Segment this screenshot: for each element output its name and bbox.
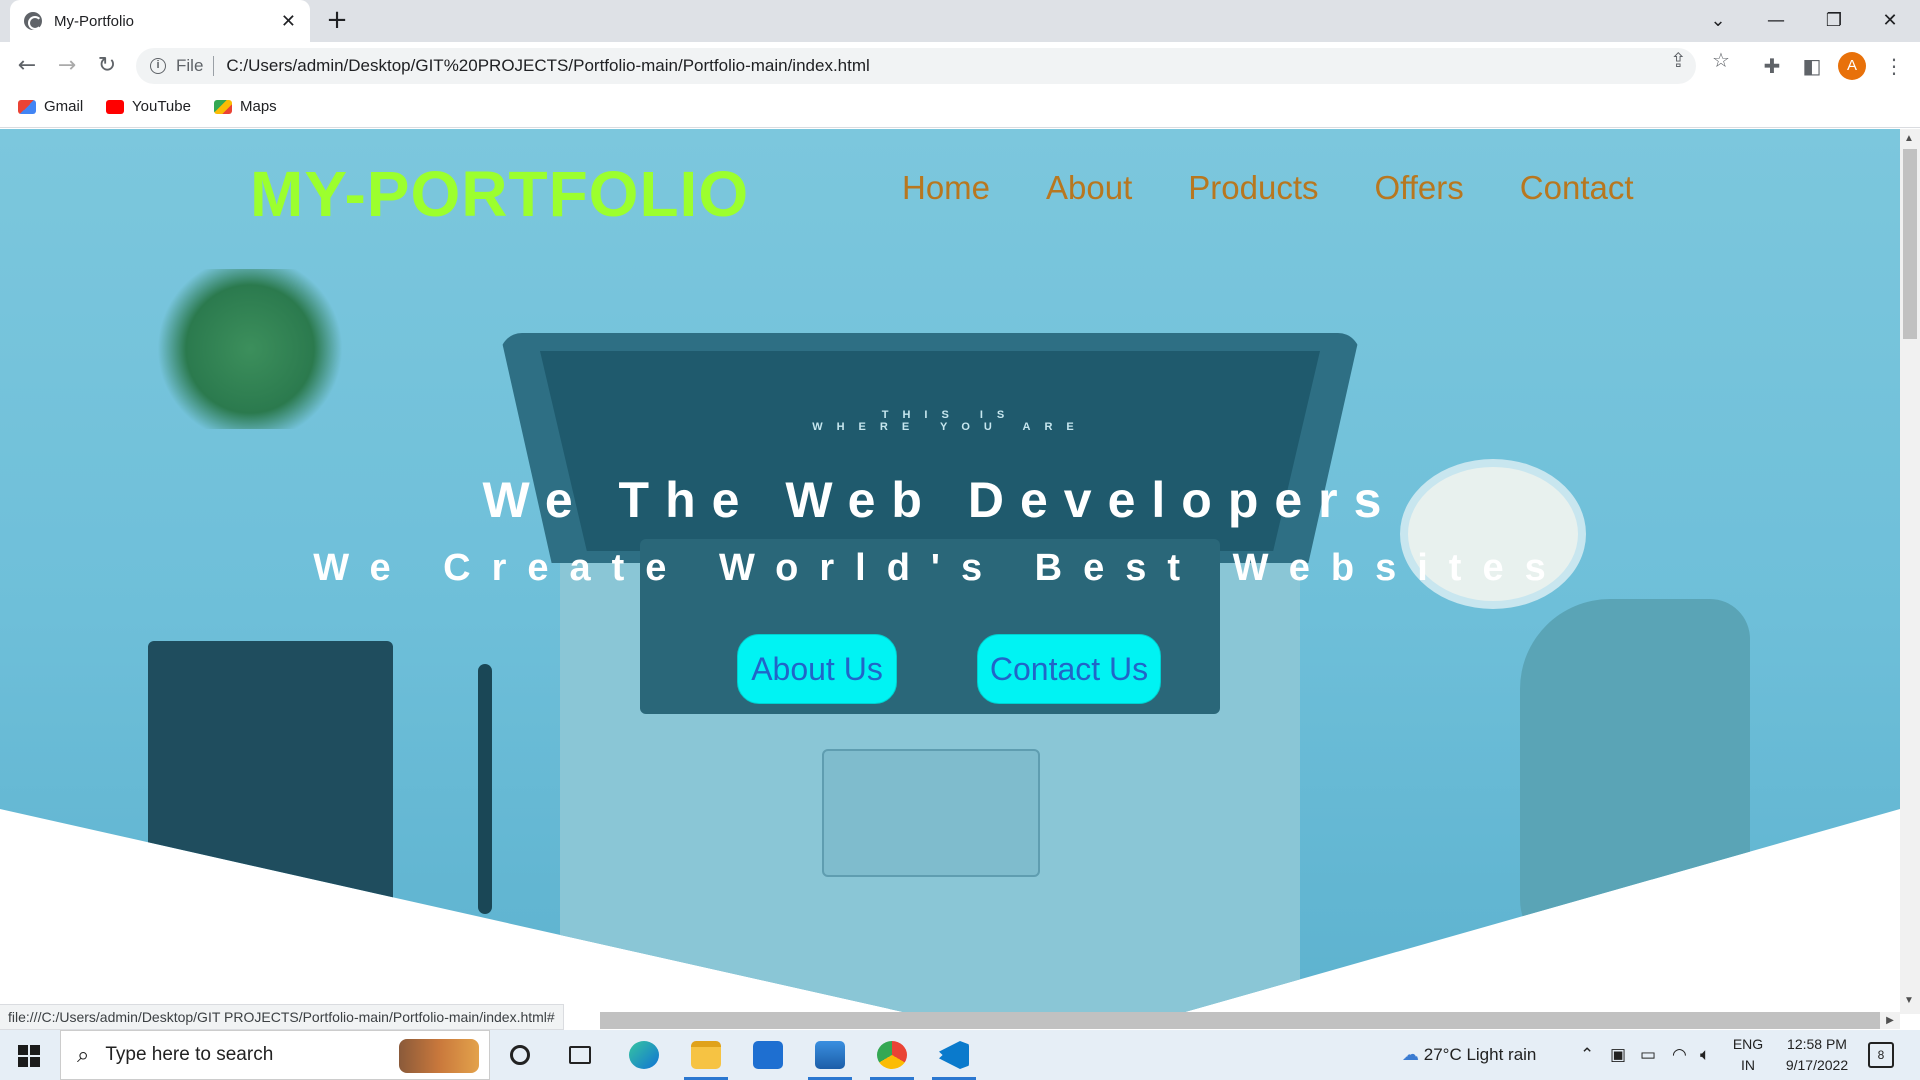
hero-headline: We The Web Developers (482, 472, 1398, 528)
page-viewport: THIS IS WHERE YOU ARE MY-PORTFOLIO Home … (0, 129, 1900, 1014)
url-text[interactable]: C:/Users/admin/Desktop/GIT%20PROJECTS/Po… (226, 56, 869, 76)
rain-cloud-icon: ☁ (1402, 1045, 1419, 1064)
tab-title: My-Portfolio (54, 12, 135, 30)
horizontal-scrollbar[interactable] (600, 1012, 1900, 1029)
notification-center-icon[interactable]: 8 (1868, 1042, 1894, 1068)
edge-icon[interactable] (622, 1035, 666, 1075)
bookmark-label: Maps (240, 98, 277, 115)
contact-us-button[interactable]: Contact Us (977, 634, 1161, 704)
show-hidden-icons-chevron-icon[interactable]: ⌃ (1580, 1030, 1594, 1080)
gmail-icon (18, 99, 36, 114)
side-panel-icon[interactable]: ◧ (1800, 54, 1824, 78)
bookmark-maps[interactable]: Maps (214, 98, 277, 115)
hero-subline: We Create World's Best Websites (313, 547, 1567, 589)
battery-icon[interactable]: ▭ (1640, 1030, 1656, 1080)
scroll-right-icon[interactable]: ▶ (1880, 1012, 1900, 1029)
tab-my-portfolio[interactable]: My-Portfolio ✕ (10, 0, 310, 42)
forward-button[interactable]: → (52, 51, 82, 81)
wifi-icon[interactable]: ◠ (1672, 1030, 1687, 1080)
touchpad-image (822, 749, 1040, 877)
search-placeholder: Type here to search (105, 1044, 274, 1065)
weather-widget[interactable]: ☁ 27°C Light rain (1402, 1030, 1536, 1080)
bookmark-label: YouTube (132, 98, 191, 115)
share-icon[interactable]: ⇪ (1670, 48, 1687, 72)
windows-start-icon[interactable] (18, 1045, 40, 1067)
search-highlight-image (399, 1039, 479, 1073)
profile-avatar[interactable]: A (1838, 52, 1866, 80)
file-explorer-icon[interactable] (684, 1035, 728, 1080)
scroll-thumb[interactable] (1903, 149, 1917, 339)
nav-products[interactable]: Products (1188, 169, 1318, 207)
address-bar[interactable]: i File C:/Users/admin/Desktop/GIT%20PROJ… (136, 48, 1696, 84)
bookmarks-bar: Gmail YouTube Maps (0, 90, 1920, 128)
minimize-button[interactable]: — (1756, 6, 1796, 36)
plant-image (150, 269, 350, 429)
vscode-icon[interactable] (932, 1035, 976, 1080)
hand-image (1520, 599, 1750, 959)
mail-icon[interactable] (746, 1035, 790, 1075)
scroll-up-icon[interactable]: ▲ (1904, 133, 1914, 144)
system-clock[interactable]: 12:58 PM 9/17/2022 (1772, 1034, 1862, 1076)
meet-now-icon[interactable]: ▣ (1610, 1030, 1626, 1080)
scheme-label: File (176, 56, 204, 75)
weather-text: 27°C Light rain (1423, 1045, 1537, 1064)
menu-icon[interactable]: ⋮ (1882, 54, 1906, 78)
scroll-down-icon[interactable]: ▼ (1904, 995, 1914, 1006)
new-tab-button[interactable]: + (322, 6, 352, 36)
search-icon: ⌕ (77, 1042, 90, 1068)
pen-image (478, 664, 492, 914)
windows-taskbar: ⌕ Type here to search ☁ 27°C Light rain … (0, 1030, 1920, 1080)
nav-offers[interactable]: Offers (1375, 169, 1464, 207)
notebook-image (148, 641, 393, 921)
close-window-button[interactable]: ✕ (1870, 6, 1910, 36)
taskbar-search[interactable]: ⌕ Type here to search (60, 1030, 490, 1080)
chrome-icon[interactable] (870, 1035, 914, 1080)
bookmark-label: Gmail (44, 98, 84, 115)
input-language[interactable]: ENG IN (1728, 1034, 1768, 1076)
laptop-screen-text: THIS IS WHERE YOU ARE (812, 409, 1088, 433)
extensions-icon[interactable]: ✚ (1760, 54, 1784, 78)
status-bar-url: file:///C:/Users/admin/Desktop/GIT PROJE… (0, 1004, 564, 1030)
reload-button[interactable]: ↻ (92, 51, 122, 81)
maps-icon (214, 99, 232, 114)
back-button[interactable]: ← (12, 51, 42, 81)
volume-icon[interactable]: 🔈︎ (1700, 1030, 1710, 1080)
divider (213, 56, 215, 76)
task-view-icon[interactable] (558, 1035, 602, 1075)
nav-about[interactable]: About (1046, 169, 1132, 207)
globe-icon (24, 12, 42, 30)
cortana-icon[interactable] (498, 1035, 542, 1075)
vertical-scrollbar[interactable]: ▲ ▼ (1900, 129, 1920, 1014)
bookmark-youtube[interactable]: YouTube (106, 98, 191, 115)
photos-icon[interactable] (808, 1035, 852, 1080)
close-tab-icon[interactable]: ✕ (281, 11, 296, 32)
tab-search-chevron-icon[interactable]: ⌄ (1698, 6, 1738, 36)
nav-home[interactable]: Home (902, 169, 990, 207)
site-logo[interactable]: MY-PORTFOLIO (250, 157, 749, 231)
bookmark-gmail[interactable]: Gmail (18, 98, 83, 115)
youtube-icon (106, 99, 124, 114)
tab-strip: My-Portfolio ✕ + ⌄ — ❐ ✕ (0, 0, 1920, 42)
nav-contact[interactable]: Contact (1520, 169, 1634, 207)
info-icon[interactable]: i (150, 58, 166, 74)
browser-toolbar: ← → ↻ i File C:/Users/admin/Desktop/GIT%… (0, 42, 1920, 90)
restore-button[interactable]: ❐ (1814, 6, 1854, 36)
bookmark-star-icon[interactable]: ☆ (1712, 48, 1730, 72)
site-nav: Home About Products Offers Contact (902, 169, 1634, 207)
about-us-button[interactable]: About Us (737, 634, 897, 704)
